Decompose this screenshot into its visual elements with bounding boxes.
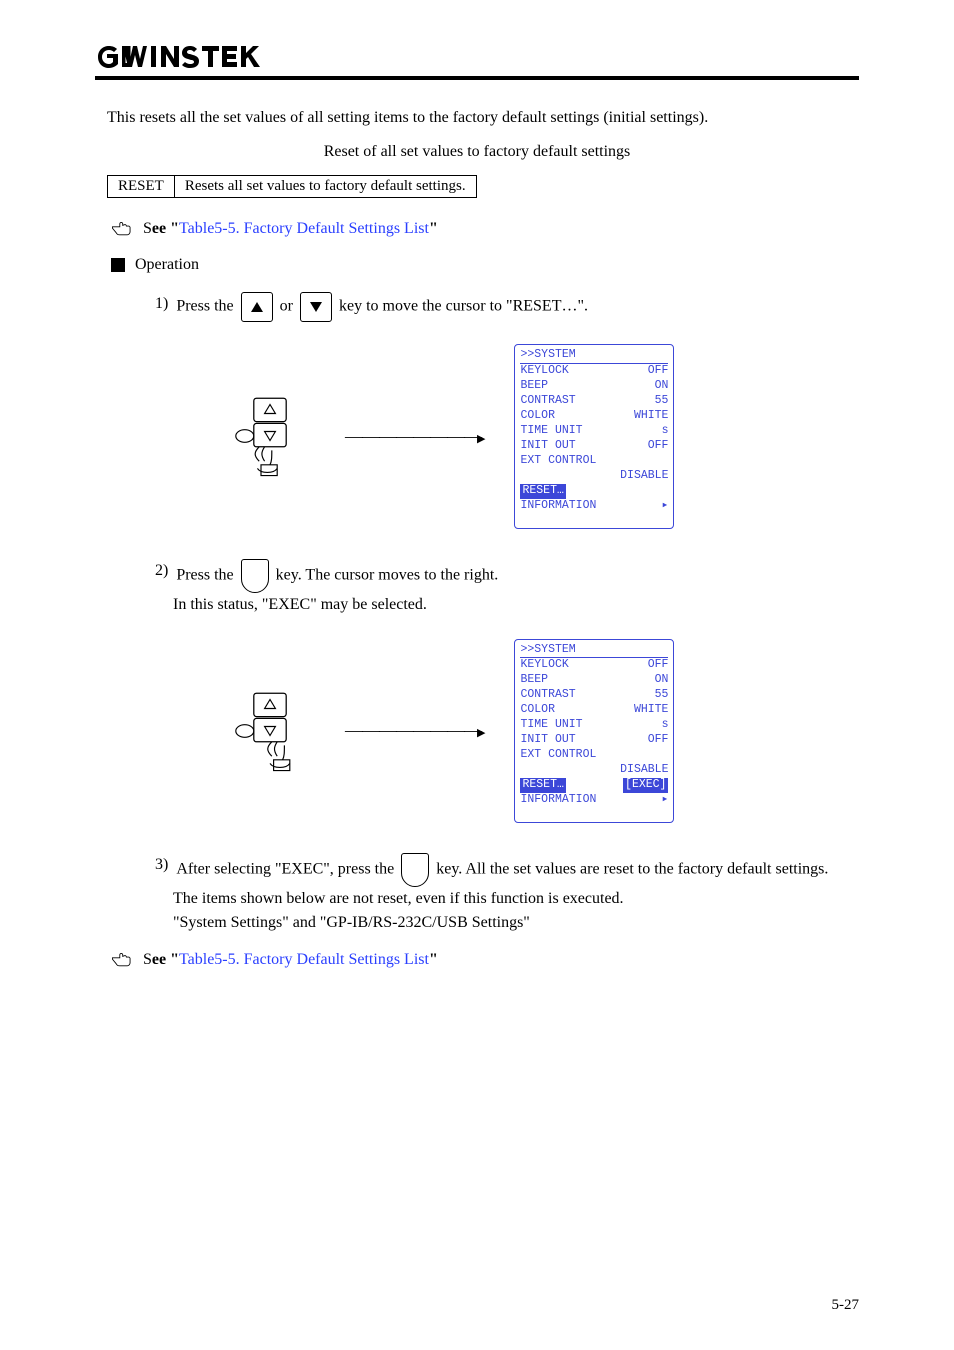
see-bold: ee " <box>152 220 179 237</box>
section-operation: Operation <box>111 256 859 274</box>
settings-table: RESET Resets all set values to factory d… <box>107 175 477 198</box>
step1-t3: key to move the cursor to "RESET…". <box>335 298 588 315</box>
see-prefix: S <box>143 220 152 237</box>
figure-2: ———————— >>SYSTEM KEYLOCKOFF BEEPON CONT… <box>225 639 859 823</box>
intro-text: This resets all the set values of all se… <box>107 106 859 129</box>
table-row: RESET Resets all set values to factory d… <box>108 176 477 198</box>
up-key-icon <box>241 292 273 322</box>
see-after: " <box>429 951 438 968</box>
table-cell-val: Resets all set values to factory default… <box>174 176 476 198</box>
caret-right-icon: ▸ <box>662 499 669 514</box>
see-prefix: S <box>143 951 152 968</box>
see-link[interactable]: Table5-5. Factory Default Settings List <box>179 220 429 237</box>
see-reference-2: See "Table5-5. Factory Default Settings … <box>111 951 859 969</box>
page-number: 5-27 <box>832 1297 860 1314</box>
see-reference-1: See "Table5-5. Factory Default Settings … <box>111 220 859 238</box>
square-bullet-icon <box>111 258 125 272</box>
pointing-hand-icon <box>111 220 133 238</box>
lcd-screen-2: >>SYSTEM KEYLOCKOFF BEEPON CONTRAST55 CO… <box>514 639 674 823</box>
step-3: 3) After selecting "EXEC", press the key… <box>155 853 859 887</box>
step3-line3: "System Settings" and "GP-IB/RS-232C/USB… <box>173 911 859 935</box>
see-bold: ee " <box>152 951 179 968</box>
see-after: " <box>429 220 438 237</box>
enter-key-icon <box>241 559 269 593</box>
press-updown-icon <box>225 391 315 481</box>
brand-logo <box>95 40 859 80</box>
table-heading: Reset of all set values to factory defau… <box>95 143 859 161</box>
see-link[interactable]: Table5-5. Factory Default Settings List <box>179 951 429 968</box>
step-1: 1) Press the or key to move the cursor t… <box>155 292 859 322</box>
step-num: 3) <box>155 853 168 877</box>
section-label: Operation <box>135 256 199 274</box>
step3-t1: After selecting "EXEC", press the <box>176 860 398 877</box>
step-2: 2) Press the key. The cursor moves to th… <box>155 559 859 593</box>
step2-t1: Press the <box>176 566 237 583</box>
step-num: 1) <box>155 292 168 316</box>
step1-t2: or <box>276 298 297 315</box>
lcd-title: >>SYSTEM <box>520 643 668 659</box>
arrow-icon: ———————— <box>345 426 484 447</box>
step3-line2: The items shown below are not reset, eve… <box>173 887 859 911</box>
caret-right-icon: ▸ <box>662 793 669 808</box>
step-num: 2) <box>155 559 168 583</box>
down-key-icon <box>300 292 332 322</box>
arrow-icon: ———————— <box>345 720 484 741</box>
figure-1: ———————— >>SYSTEM KEYLOCKOFF BEEPON CONT… <box>225 344 859 528</box>
step3-t2: key. All the set values are reset to the… <box>432 860 828 877</box>
lcd-highlight-exec: [EXEC] <box>623 778 668 793</box>
enter-key-icon <box>401 853 429 887</box>
lcd-screen-1: >>SYSTEM KEYLOCKOFF BEEPON CONTRAST55 CO… <box>514 344 674 528</box>
logo-gwinstek <box>95 40 275 74</box>
pointing-hand-icon <box>111 951 133 969</box>
step1-t1: Press the <box>176 298 237 315</box>
lcd-highlight: RESET… <box>520 484 565 499</box>
press-updown-enter-icon <box>225 686 315 776</box>
step2-t2: key. The cursor moves to the right. <box>272 566 499 583</box>
step2-extra: In this status, "EXEC" may be selected. <box>173 593 859 617</box>
table-cell-key: RESET <box>108 176 175 198</box>
lcd-title: >>SYSTEM <box>520 348 668 364</box>
